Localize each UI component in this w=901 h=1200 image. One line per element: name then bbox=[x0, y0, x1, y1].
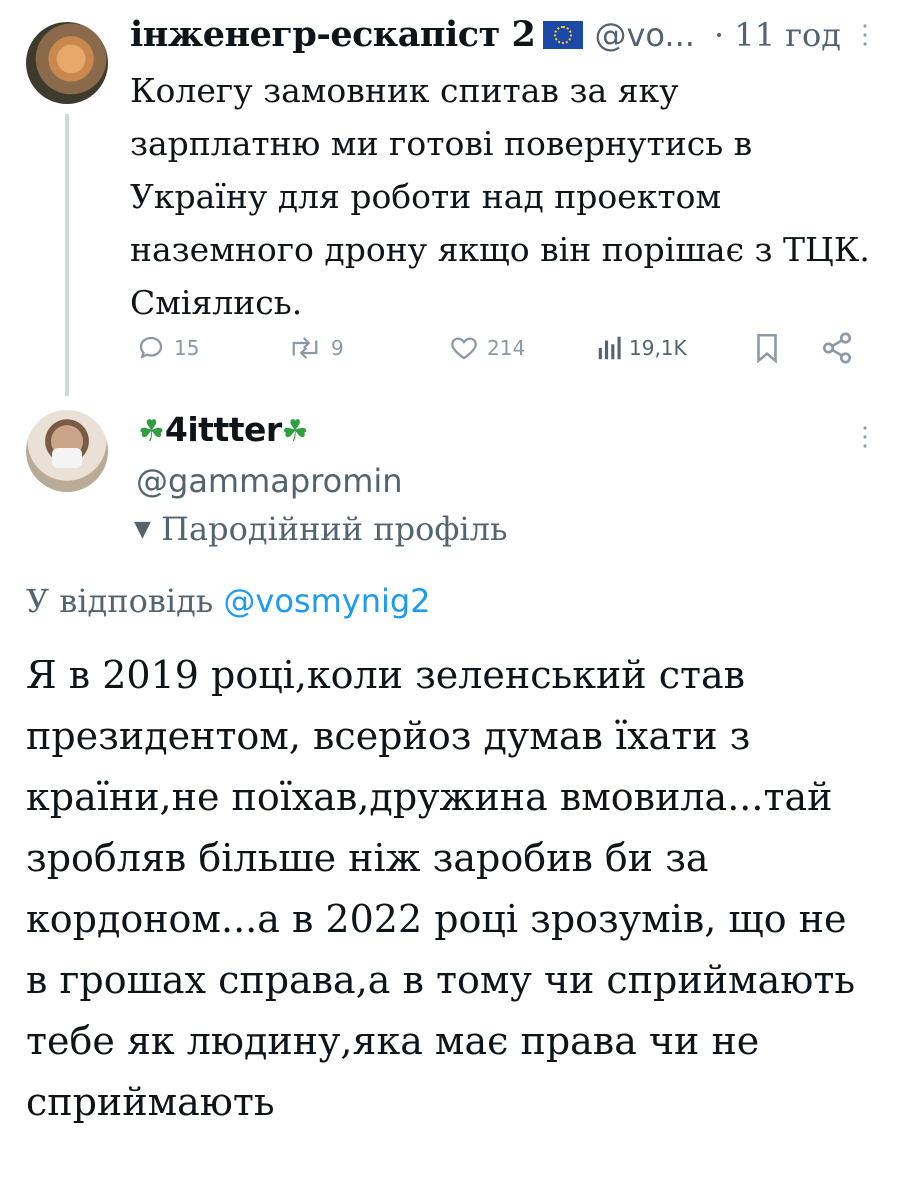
tweet1-header: інженегр-ескапіст 2 @vo... · 11 год bbox=[130, 14, 841, 55]
more-icon[interactable]: ⋮ bbox=[852, 424, 878, 450]
reply-prefix: У відповідь bbox=[26, 582, 214, 620]
reply-icon bbox=[139, 336, 163, 359]
like-count: 214 bbox=[487, 336, 526, 360]
reply-to-link[interactable]: @vosmynig2 bbox=[223, 582, 430, 620]
share-icon bbox=[822, 332, 852, 364]
tweet1-time[interactable]: · 11 год bbox=[714, 16, 841, 54]
parody-label: Пародійний профіль bbox=[161, 510, 508, 548]
tweet1-display-name[interactable]: інженегр-ескапіст 2 bbox=[130, 14, 536, 55]
parody-mask-icon: ▼ bbox=[134, 517, 151, 542]
avatar-tweet2[interactable] bbox=[26, 410, 108, 492]
reply-button[interactable]: 15 bbox=[134, 330, 199, 366]
tweet2-name-row[interactable]: ☘4ittter☘ bbox=[138, 410, 309, 449]
eu-flag-icon bbox=[543, 21, 584, 49]
reply-count: 15 bbox=[174, 336, 200, 360]
views-button[interactable]: 19,1K bbox=[597, 330, 687, 366]
views-count: 19,1K bbox=[629, 336, 687, 360]
tweet1-text: Колегу замовник спитав за яку зарплатню … bbox=[130, 71, 870, 322]
clover-icon: ☘ bbox=[138, 414, 165, 449]
tweet2-text: Я в 2019 році,коли зеленський став прези… bbox=[26, 653, 856, 1124]
repost-count: 9 bbox=[331, 336, 344, 360]
tweet1-handle[interactable]: @vo... bbox=[594, 16, 694, 54]
more-icon[interactable]: ⋮ bbox=[852, 22, 878, 48]
clover-icon: ☘ bbox=[281, 414, 309, 449]
like-button[interactable]: 214 bbox=[447, 330, 525, 366]
share-button[interactable] bbox=[820, 330, 860, 366]
tweet2-handle[interactable]: @gammapromin bbox=[136, 462, 403, 500]
tweet2-display-name[interactable]: 4ittter bbox=[165, 410, 282, 449]
like-icon bbox=[451, 337, 477, 360]
parody-label-row: ▼ Пародійний профіль bbox=[134, 510, 507, 548]
avatar-tweet1[interactable] bbox=[26, 22, 108, 104]
reply-context: У відповідь @vosmynig2 bbox=[26, 582, 431, 620]
repost-icon bbox=[292, 337, 318, 359]
repost-button[interactable]: 9 bbox=[285, 330, 344, 366]
views-icon bbox=[598, 336, 621, 360]
bookmark-button[interactable] bbox=[752, 330, 788, 366]
bookmark-icon bbox=[757, 333, 777, 364]
thread-line bbox=[65, 114, 69, 396]
